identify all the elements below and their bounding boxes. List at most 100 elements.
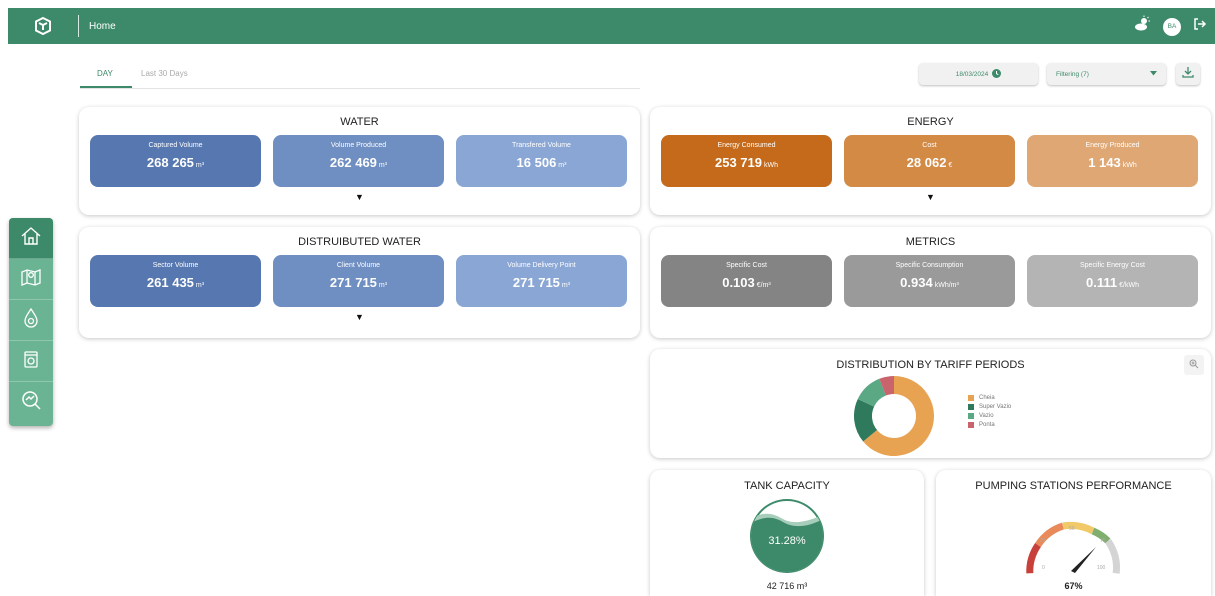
analytics-search-icon: [20, 389, 42, 416]
cost-card[interactable]: Cost 28 062 €: [844, 135, 1015, 187]
card-unit: m³: [195, 282, 205, 289]
gauge-needle: [1071, 547, 1096, 573]
sidebar-item-analytics[interactable]: [9, 382, 53, 423]
card-value: 0.103: [722, 275, 755, 290]
energy-consumed-card[interactable]: Energy Consumed 253 719 kWh: [661, 135, 832, 187]
sidebar: [9, 218, 53, 426]
sidebar-item-tank[interactable]: [9, 341, 53, 382]
home-icon: [20, 225, 42, 252]
clock-icon: [992, 68, 1002, 80]
donut-slice-super-vazio[interactable]: [854, 398, 878, 442]
card-unit: kWh/m³: [934, 282, 959, 289]
tab-last-30-days[interactable]: Last 30 Days: [141, 69, 188, 78]
card-unit: €: [948, 162, 953, 169]
card-label: Volume Delivery Point: [507, 262, 576, 269]
card-unit: m³: [378, 162, 388, 169]
card-value: 28 062: [906, 155, 947, 170]
tab-day[interactable]: DAY: [97, 69, 113, 78]
header-divider: [78, 15, 79, 37]
water-panel: WATER Captured Volume 268 265 m³ Volume P…: [79, 107, 640, 215]
captured-volume-card[interactable]: Captured Volume 268 265 m³: [90, 135, 261, 187]
expand-energy-icon[interactable]: ▼: [650, 192, 1211, 202]
distributed-water-panel: DISTRUIBUTED WATER Sector Volume 261 435…: [79, 227, 640, 338]
card-label: Cost: [922, 142, 937, 149]
gauge-tick: 50: [1069, 526, 1075, 532]
tank-icon: [20, 348, 42, 375]
sector-volume-card[interactable]: Sector Volume 261 435 m³: [90, 255, 261, 307]
card-label: Specific Energy Cost: [1080, 262, 1145, 269]
legend-item: Super Vazio: [968, 402, 1011, 411]
volume-produced-card[interactable]: Volume Produced 262 469 m³: [273, 135, 444, 187]
date-value: 18/03/2024: [955, 70, 989, 78]
page-title: Home: [89, 20, 116, 32]
tariff-distribution-panel: DISTRIBUTION BY TARIFF PERIODS Cheia Sup…: [650, 349, 1211, 458]
card-value: 0.111: [1086, 275, 1118, 290]
legend-item: Vazio: [968, 411, 1011, 420]
chevron-down-icon: [1150, 70, 1157, 78]
card-label: Energy Consumed: [717, 142, 776, 149]
client-volume-card[interactable]: Client Volume 271 715 m³: [273, 255, 444, 307]
card-unit: €/kWh: [1119, 282, 1139, 289]
filter-select[interactable]: Filtering (7): [1047, 63, 1166, 85]
metrics-panel: METRICS Specific Cost 0.103 €/m³ Specific…: [650, 227, 1211, 338]
card-value: 253 719: [715, 155, 762, 170]
download-button[interactable]: [1176, 63, 1200, 85]
distributed-water-title: DISTRUIBUTED WATER: [298, 236, 421, 248]
card-label: Specific Cost: [726, 262, 767, 269]
expand-water-icon[interactable]: ▼: [79, 192, 640, 202]
card-value: 271 715: [512, 275, 560, 290]
logo-cube-icon[interactable]: [32, 15, 54, 37]
card-label: Captured Volume: [148, 142, 203, 149]
donut-slice-vazio[interactable]: [857, 378, 887, 408]
transfered-volume-card[interactable]: Transfered Volume 16 506 m³: [456, 135, 627, 187]
card-value: 268 265: [146, 155, 194, 170]
card-label: Client Volume: [336, 262, 381, 269]
energy-title: ENERGY: [907, 116, 954, 128]
sidebar-item-map[interactable]: [9, 259, 53, 300]
pumping-value: 67%: [1064, 581, 1083, 591]
date-picker[interactable]: 18/03/2024: [919, 63, 1038, 85]
energy-panel: ENERGY Energy Consumed 253 719 kWh Cost 2…: [650, 107, 1211, 215]
card-unit: m³: [378, 282, 388, 289]
gauge-tick: 0: [1042, 565, 1045, 571]
card-label: Specific Consumption: [895, 262, 964, 269]
donut-slice-ponta[interactable]: [879, 376, 895, 396]
tariff-legend: Cheia Super Vazio Vazio Ponta: [968, 393, 1011, 429]
expand-distributed-icon[interactable]: ▼: [79, 312, 640, 322]
weather-icon[interactable]: [1133, 15, 1151, 38]
pumping-performance-panel: PUMPING STATIONS PERFORMANCE 0 25 50 75 …: [936, 470, 1211, 596]
pumping-title: PUMPING STATIONS PERFORMANCE: [975, 480, 1172, 492]
active-tab-indicator: [80, 86, 132, 88]
map-icon: [20, 266, 42, 293]
tank-fill-gauge: 31.28%: [750, 499, 824, 573]
sidebar-item-water-settings[interactable]: [9, 300, 53, 341]
card-label: Volume Produced: [330, 142, 387, 149]
tank-percent: 31.28%: [768, 535, 806, 547]
specific-consumption-card[interactable]: Specific Consumption 0.934 kWh/m³: [844, 255, 1015, 307]
card-label: Transfered Volume: [512, 142, 571, 149]
tank-volume: 42 716 m³: [766, 581, 808, 591]
pumping-gauge: 0 25 50 75 100: [1026, 521, 1120, 574]
gauge-tick: 75: [1100, 538, 1106, 544]
tariff-donut-chart: [854, 376, 934, 456]
metrics-title: METRICS: [905, 236, 956, 248]
energy-produced-card[interactable]: Energy Produced 1 143 kWh: [1027, 135, 1198, 187]
period-tabs: DAY Last 30 Days: [80, 63, 640, 89]
logout-icon[interactable]: [1193, 17, 1207, 36]
legend-label: Vazio: [979, 412, 994, 419]
card-value: 16 506: [516, 155, 557, 170]
top-bar: Home BA: [8, 8, 1215, 44]
card-unit: kWh: [764, 162, 778, 169]
specific-cost-card[interactable]: Specific Cost 0.103 €/m³: [661, 255, 832, 307]
card-unit: m³: [558, 162, 567, 169]
volume-delivery-point-card[interactable]: Volume Delivery Point 271 715 m³: [456, 255, 627, 307]
tank-capacity-panel: TANK CAPACITY 31.28% 42 716 m³: [650, 470, 924, 596]
water-gear-icon: [20, 307, 42, 334]
specific-energy-cost-card[interactable]: Specific Energy Cost 0.111 €/kWh: [1027, 255, 1198, 307]
legend-label: Ponta: [979, 421, 995, 428]
filter-value: Filtering (7): [1056, 70, 1089, 78]
sidebar-item-home[interactable]: [9, 218, 53, 259]
legend-label: Super Vazio: [979, 403, 1012, 410]
avatar[interactable]: BA: [1163, 17, 1181, 36]
zoom-button[interactable]: [1184, 355, 1204, 375]
